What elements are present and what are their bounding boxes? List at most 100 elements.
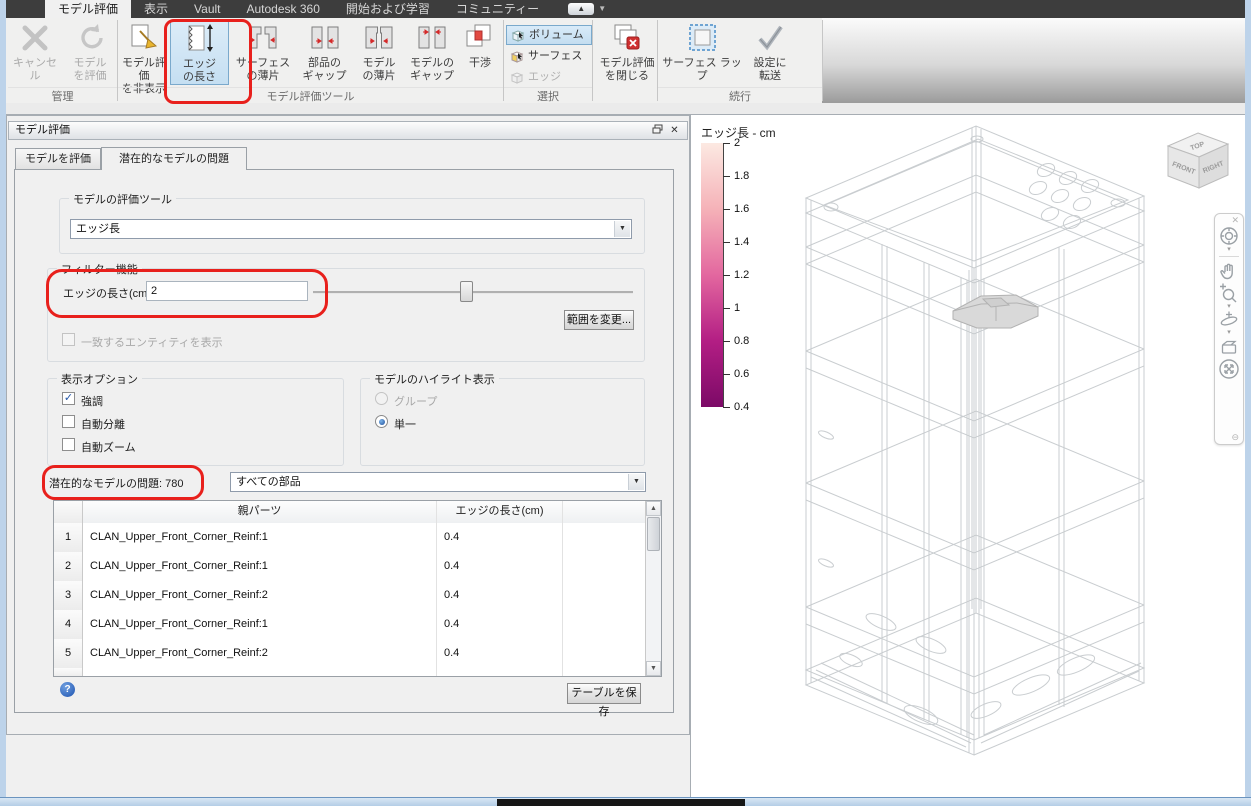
edge-length-label: エッジの長さ(cm) — [63, 288, 151, 300]
legend-tick: 1.6 — [734, 203, 750, 215]
chevron-down-icon[interactable]: ▼ — [598, 0, 606, 18]
table-header-filler — [563, 501, 647, 523]
table-header-row: 親パーツ エッジの長さ(cm) — [54, 501, 647, 524]
row-number: 2 — [54, 552, 83, 581]
group-label-manage: 管理 — [8, 87, 117, 103]
button-label: 干渉 — [469, 57, 491, 69]
select-edge-item[interactable]: エッジ — [506, 67, 592, 87]
select-item-label: エッジ — [528, 71, 561, 83]
auto-separate-label: 自動分離 — [81, 419, 125, 431]
issues-tab-pane: モデルの評価ツール エッジ長 ▼ フィルター機能 エッジの長さ(cm) 範囲を変… — [14, 169, 674, 718]
row-filler — [563, 552, 647, 581]
surface-wrap-button[interactable]: サーフェス ラップ — [660, 20, 744, 85]
tab-potential-issues[interactable]: 潜在的なモデルの問題 — [101, 147, 247, 170]
button-label: モデル — [362, 57, 396, 69]
save-table-button[interactable]: テーブルを保存 — [567, 683, 641, 718]
close-panel-icon[interactable]: ✕ — [667, 124, 682, 137]
single-radio[interactable] — [375, 415, 388, 428]
chevron-down-icon[interactable]: ▾ — [1227, 246, 1231, 253]
navbar-minimize-icon[interactable]: ⊖ — [1231, 433, 1239, 442]
edge-length-slider-handle[interactable] — [460, 281, 473, 302]
auto-zoom-checkbox[interactable] — [62, 438, 75, 451]
select-item-label: サーフェス — [528, 50, 583, 62]
table-header-part[interactable]: 親パーツ — [83, 501, 437, 523]
show-matching-checkbox[interactable] — [62, 333, 75, 346]
row-edge-length: 0.4 — [437, 639, 563, 668]
button-label: ギャップ — [410, 70, 454, 82]
legend-tick: 1 — [734, 302, 741, 314]
table-header-edge[interactable]: エッジの長さ(cm) — [437, 501, 563, 523]
scrollbar-thumb[interactable] — [647, 517, 660, 551]
auto-separate-checkbox[interactable] — [62, 415, 75, 428]
auto-zoom-label: 自動ズーム — [81, 442, 136, 454]
part-gap-button[interactable]: 部品の ギャップ — [297, 20, 352, 85]
table-row[interactable]: 2 CLAN_Upper_Front_Corner_Reinf:1 0.4 — [54, 552, 647, 582]
model-highlight-group: モデルのハイライト表示 グループ 単一 — [360, 371, 645, 466]
evaluation-tool-dropdown[interactable]: エッジ長 ▼ — [70, 219, 632, 239]
panel-titlebar[interactable]: モデル評価 ✕ — [8, 121, 688, 140]
zoom-icon[interactable] — [1218, 282, 1240, 304]
row-filler — [563, 581, 647, 610]
tab-model-evaluation[interactable]: モデル評価 — [45, 0, 132, 18]
change-range-button[interactable]: 範囲を変更... — [564, 310, 634, 330]
tab-autodesk-360[interactable]: Autodesk 360 — [234, 0, 333, 18]
tab-get-started[interactable]: 開始および学習 — [333, 0, 443, 18]
close-evaluation-button[interactable]: モデル評価 を閉じる — [596, 20, 658, 85]
table-row[interactable]: 1 CLAN_Upper_Front_Corner_Reinf:1 0.4 — [54, 523, 647, 553]
parts-filter-dropdown[interactable]: すべての部品 ▼ — [230, 472, 646, 492]
edge-length-input[interactable] — [146, 281, 308, 301]
hide-evaluation-button[interactable]: モデル評価 を非表示 — [119, 20, 169, 95]
tab-vault[interactable]: Vault — [181, 0, 233, 18]
transfer-to-settings-button[interactable]: 設定に 転送 — [746, 20, 794, 85]
orbit-icon[interactable] — [1218, 310, 1240, 330]
row-part: CLAN_Upper_Front_Corner_Reinf:2 — [83, 639, 437, 668]
help-icon[interactable]: ? — [60, 682, 75, 697]
select-surface-item[interactable]: サーフェス — [506, 46, 592, 66]
highlighted-bracket-part — [952, 294, 1039, 329]
model-evaluation-panel: モデル評価 ✕ モデルを評価 潜在的なモデルの問題 モデルの評価ツール エッジ長… — [6, 115, 690, 735]
ribbon-bottom-strip — [6, 103, 1245, 115]
panel-title: モデル評価 — [15, 124, 70, 136]
cloud-button-icon[interactable]: ▲ — [568, 3, 595, 15]
graphics-view[interactable]: エッジ長 - cm 2 1.8 1.6 1.4 1.2 1 0.8 0.6 0.… — [690, 115, 1245, 797]
table-row[interactable]: 4 CLAN_Upper_Front_Corner_Reinf:1 0.4 — [54, 610, 647, 640]
navbar-close-icon[interactable]: ✕ — [1231, 216, 1239, 225]
interference-button[interactable]: 干渉 — [460, 20, 500, 85]
issues-table: 親パーツ エッジの長さ(cm) 1 CLAN_Upper_Front_Corne… — [53, 500, 662, 677]
table-scrollbar[interactable]: ▲ ▼ — [645, 501, 661, 676]
row-part: CLAN_Upper_Front_Corner_Reinf:2 — [83, 581, 437, 610]
row-edge-length: 0.4 — [437, 610, 563, 639]
select-volume-item[interactable]: ボリューム — [506, 25, 592, 45]
cancel-button[interactable]: キャンセル — [8, 20, 62, 85]
pan-hand-icon[interactable] — [1218, 260, 1240, 282]
table-row[interactable]: 5 CLAN_Upper_Front_Corner_Reinf:2 0.4 — [54, 639, 647, 669]
navbar-divider — [1219, 256, 1239, 257]
tab-community[interactable]: コミュニティー — [443, 0, 552, 18]
highlight-checkbox[interactable]: ✓ — [62, 392, 75, 405]
cube-surface-icon — [510, 51, 524, 63]
evaluate-model-button[interactable]: モデル を評価 — [64, 20, 116, 85]
group-label-continue: 続行 — [658, 87, 822, 103]
group-radio[interactable] — [375, 392, 388, 405]
float-panel-icon[interactable] — [650, 124, 665, 137]
tab-view[interactable]: 表示 — [131, 0, 181, 18]
cancel-x-icon — [8, 21, 62, 57]
zoom-all-icon[interactable] — [1217, 356, 1241, 382]
tab-evaluate-model[interactable]: モデルを評価 — [15, 148, 101, 169]
scroll-down-icon[interactable]: ▼ — [646, 661, 661, 676]
dropdown-value: すべての部品 — [236, 476, 301, 488]
scroll-up-icon[interactable]: ▲ — [646, 501, 661, 516]
edge-length-button[interactable]: エッジ の長さ — [170, 20, 229, 85]
cube-edge-icon — [510, 72, 524, 84]
row-edge-length: 0.4 — [437, 552, 563, 581]
group-title: フィルター機能 — [57, 261, 142, 277]
navigation-wheel-icon[interactable] — [1218, 225, 1240, 247]
model-sliver-button[interactable]: モデル の薄片 — [354, 20, 404, 85]
model-gap-button[interactable]: モデルの ギャップ — [406, 20, 458, 85]
look-at-icon[interactable] — [1218, 336, 1240, 356]
table-row[interactable]: 3 CLAN_Upper_Front_Corner_Reinf:2 0.4 — [54, 581, 647, 611]
surface-sliver-button[interactable]: サーフェス の薄片 — [231, 20, 295, 85]
view-cube[interactable]: TOP FRONT RIGHT — [1166, 128, 1246, 208]
edge-length-slider-track[interactable] — [313, 291, 633, 294]
ribbon-separator — [822, 20, 823, 101]
